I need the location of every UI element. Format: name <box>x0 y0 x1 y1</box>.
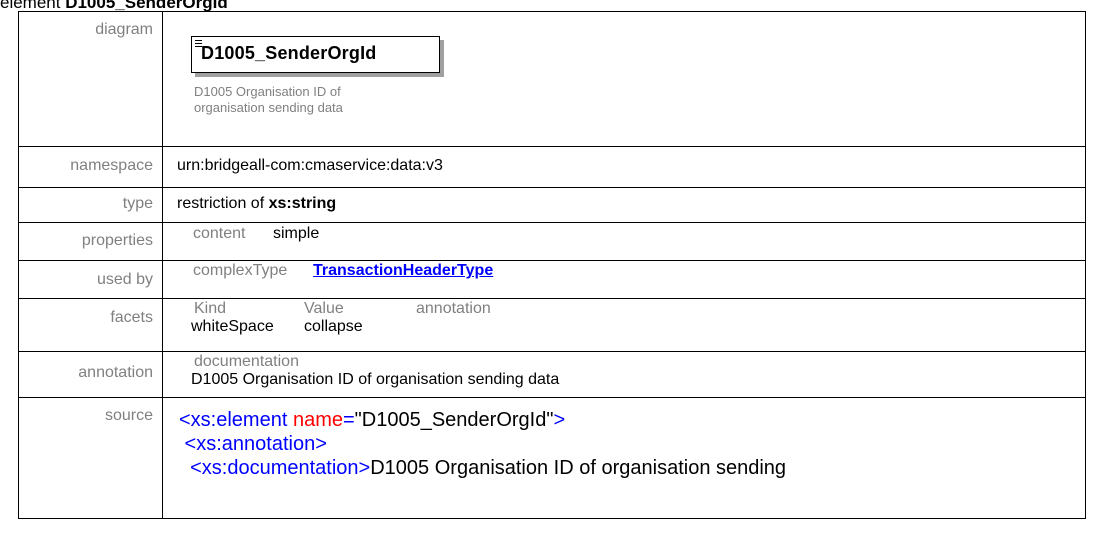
facets-header-value: Value <box>304 300 344 317</box>
diagram-row: diagram D1005_SenderOrgId D1005 Organisa… <box>18 11 1086 147</box>
properties-label-cell: properties <box>18 222 163 261</box>
facets-label: facets <box>110 309 153 326</box>
facets-table: Kind Value annotation whiteSpace collaps… <box>191 299 1085 336</box>
diagram-cell: D1005_SenderOrgId D1005 Organisation ID … <box>162 11 1086 147</box>
diagram-label-cell: diagram <box>18 11 163 147</box>
namespace-row: namespace urn:bridgeall-com:cmaservice:d… <box>18 146 1086 188</box>
namespace-label: namespace <box>70 157 153 174</box>
diagram-annotation-note: D1005 Organisation ID of organisation se… <box>194 84 343 115</box>
facet-kind: whiteSpace <box>191 318 274 335</box>
facets-cell: Kind Value annotation whiteSpace collaps… <box>162 298 1086 352</box>
xml-element-close-bracket: > <box>553 409 566 431</box>
type-label-cell: type <box>18 187 163 223</box>
properties-value: simple <box>273 225 320 242</box>
type-base: xs:string <box>268 195 337 212</box>
type-cell: restriction of xs:string <box>162 187 1086 223</box>
used-by-label-cell: used by <box>18 260 163 299</box>
used-by-kind: complexType <box>193 262 288 279</box>
diagram: D1005_SenderOrgId D1005 Organisation ID … <box>163 12 1085 146</box>
annotation-block: documentation D1005 Organisation ID of o… <box>191 352 1085 389</box>
source-label-cell: source <box>18 397 163 519</box>
xml-source: <xs:element name="D1005_SenderOrgId"> <x… <box>163 398 1085 480</box>
annotation-row: annotation documentation D1005 Organisat… <box>18 351 1086 398</box>
xml-documentation-open: <xs:documentation> <box>179 457 371 479</box>
used-by-pair: complexType TransactionHeaderType <box>193 261 1085 280</box>
source-cell: <xs:element name="D1005_SenderOrgId"> <x… <box>162 397 1086 519</box>
namespace-cell: urn:bridgeall-com:cmaservice:data:v3 <box>162 146 1086 188</box>
annotation-cell: documentation D1005 Organisation ID of o… <box>162 351 1086 398</box>
properties-row: properties content simple <box>18 222 1086 261</box>
xml-attr-quote-open: " <box>354 409 362 431</box>
element-diagram-box[interactable]: D1005_SenderOrgId <box>191 36 440 73</box>
facet-value: collapse <box>304 318 363 335</box>
xml-attr-eq: = <box>342 409 355 431</box>
annotation-key: documentation <box>194 353 299 370</box>
type-label: type <box>122 195 153 212</box>
facets-row: facets Kind Value annotation whiteSpace … <box>18 298 1086 352</box>
used-by-cell: complexType TransactionHeaderType <box>162 260 1086 299</box>
source-label: source <box>104 407 153 424</box>
xml-annotation-open: <xs:annotation> <box>179 433 327 455</box>
type-row: type restriction of xs:string <box>18 187 1086 223</box>
annotation-label-cell: annotation <box>18 351 163 398</box>
xml-documentation-text: D1005 Organisation ID of organisation se… <box>370 457 787 479</box>
type-value: restriction of xs:string <box>177 188 1085 213</box>
source-row: source <xs:element name="D1005_SenderOrg… <box>18 397 1086 519</box>
facets-label-cell: facets <box>18 298 163 352</box>
xml-element-open: <xs:element <box>179 409 293 431</box>
type-prefix: restriction of <box>177 195 269 212</box>
element-doc-table: diagram D1005_SenderOrgId D1005 Organisa… <box>18 11 1086 519</box>
properties-pair: content simple <box>193 223 1085 243</box>
namespace-value: urn:bridgeall-com:cmaservice:data:v3 <box>177 157 443 174</box>
annotation-documentation: D1005 Organisation ID of organisation se… <box>191 371 560 388</box>
used-by-row: used by complexType TransactionHeaderType <box>18 260 1086 299</box>
xml-attr-value: D1005_SenderOrgId <box>361 409 547 431</box>
xml-attr-name: name <box>292 409 343 431</box>
properties-key: content <box>193 225 246 242</box>
namespace-label-cell: namespace <box>18 146 163 188</box>
facets-header-kind: Kind <box>194 300 227 317</box>
annotation-label: annotation <box>78 364 153 381</box>
properties-label: properties <box>81 232 153 249</box>
facets-header-annotation: annotation <box>416 300 491 317</box>
element-diagram-name: D1005_SenderOrgId <box>201 43 377 63</box>
diagram-label: diagram <box>95 21 153 38</box>
facet-annotation <box>416 318 526 336</box>
transaction-header-type-link[interactable]: TransactionHeaderType <box>313 262 493 279</box>
properties-cell: content simple <box>162 222 1086 261</box>
used-by-label: used by <box>96 271 153 288</box>
